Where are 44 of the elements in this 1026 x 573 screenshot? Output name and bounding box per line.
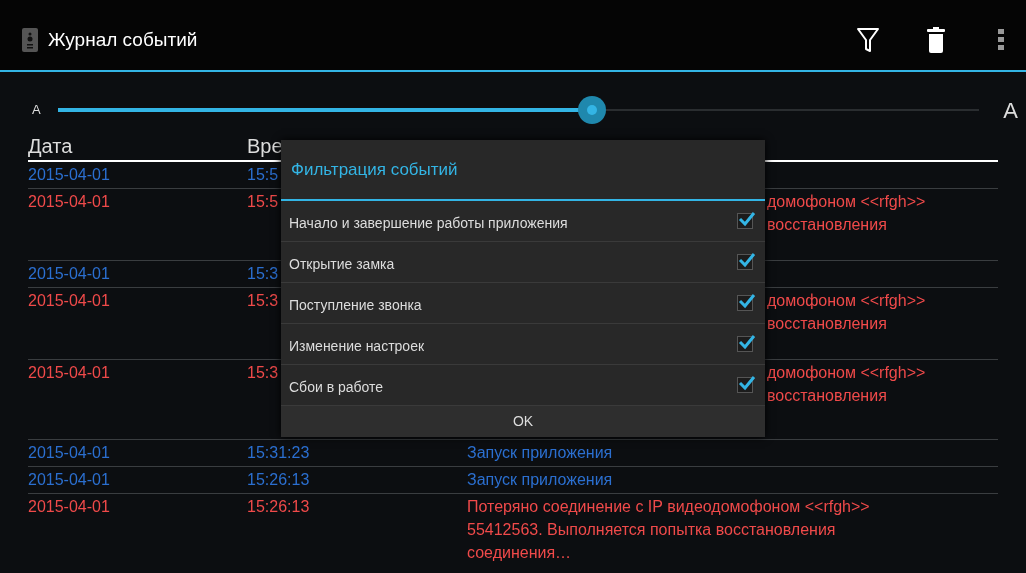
filter-icon[interactable]: [856, 26, 880, 54]
large-font-label: A: [1003, 96, 1018, 125]
time-cell: 15:5: [247, 166, 279, 183]
event-description: Запуск приложения: [467, 443, 613, 463]
event-description: Запуск приложения: [467, 470, 613, 490]
date-cell: 2015-04-01: [28, 265, 110, 282]
checkbox[interactable]: [737, 254, 753, 270]
checkbox[interactable]: [737, 377, 753, 393]
overflow-menu-icon[interactable]: [998, 29, 1004, 51]
delete-icon[interactable]: [926, 26, 946, 54]
date-cell: 2015-04-01: [28, 193, 110, 210]
time-cell: 15:31:23: [247, 444, 310, 461]
event-description-fragment: домофоном <<rfgh>> восстановления: [767, 363, 926, 406]
checkbox[interactable]: [737, 213, 753, 229]
event-description: Потеряно соединение с IP видеодомофоном <<rfgh>> 55412563. Выполняется попытка восстановления соединения…: [467, 497, 870, 563]
dialog-title: Фильтрация событий: [291, 158, 458, 181]
filter-option[interactable]: Открытие замка: [281, 242, 765, 283]
date-cell: 2015-04-01: [28, 292, 110, 309]
filter-option[interactable]: Начало и завершение работы приложения: [281, 201, 765, 242]
time-cell: 15:3: [247, 265, 279, 282]
checkbox[interactable]: [737, 295, 753, 311]
date-cell: 2015-04-01: [28, 166, 110, 183]
slider-thumb[interactable]: [578, 96, 607, 124]
checkbox[interactable]: [737, 336, 753, 352]
small-font-label: A: [32, 101, 42, 120]
font-size-slider[interactable]: [58, 96, 980, 124]
date-cell: 2015-04-01: [28, 471, 110, 488]
screen-title: Журнал событий: [48, 27, 198, 52]
time-cell: 15:26:13: [247, 498, 310, 515]
date-cell: 2015-04-01: [28, 444, 110, 461]
event-description-fragment: домофоном <<rfgh>> восстановления: [767, 192, 926, 235]
time-cell: 15:3: [247, 292, 279, 309]
intercom-icon: [22, 28, 38, 52]
date-cell: 2015-04-01: [28, 498, 110, 515]
event-description-fragment: домофоном <<rfgh>> восстановления: [767, 291, 926, 334]
time-cell: 15:26:13: [247, 471, 310, 488]
column-header: Вре: [247, 135, 283, 157]
time-cell: 15:5: [247, 193, 279, 210]
ok-button[interactable]: OK: [281, 406, 765, 437]
date-cell: 2015-04-01: [28, 364, 110, 381]
filter-option[interactable]: Поступление звонка: [281, 283, 765, 324]
column-header: Дата: [28, 135, 73, 157]
time-cell: 15:3: [247, 364, 279, 381]
filter-option[interactable]: Изменение настроек: [281, 324, 765, 365]
